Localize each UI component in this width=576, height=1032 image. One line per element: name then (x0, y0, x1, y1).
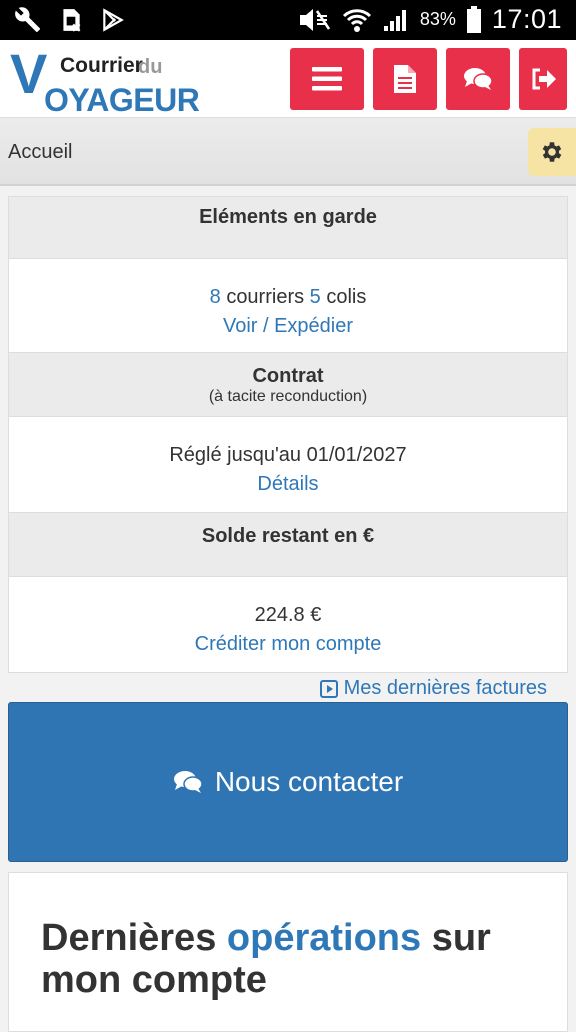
logo-courrier: Courrier (60, 54, 143, 77)
contrat-body: Réglé jusqu'au 01/01/2027 Détails (9, 417, 567, 513)
logo-voyageur: OYAGEUR (44, 82, 200, 118)
colis-count[interactable]: 5 (310, 286, 321, 308)
contact-label: Nous contacter (214, 766, 404, 797)
solde-amount: 224.8 € (254, 604, 322, 626)
logout-icon (532, 68, 556, 90)
colis-label: colis (326, 286, 367, 308)
courriers-label: courriers (226, 286, 305, 308)
logo-v: V (10, 42, 48, 105)
elements-body: 8 courriers 5 colis Voir / Expédier (9, 259, 567, 353)
contrat-title: Contrat (252, 365, 324, 387)
elements-title: Eléments en garde (199, 206, 377, 228)
settings-button[interactable] (528, 128, 576, 176)
logout-button[interactable] (519, 48, 567, 110)
status-bar: 83% 17:01 (0, 0, 576, 40)
battery-percent: 83% (419, 9, 456, 29)
mute-icon (299, 8, 330, 31)
breadcrumb-bar: Accueil (0, 118, 576, 186)
battery-icon (466, 5, 481, 33)
document-icon (394, 65, 416, 93)
messages-button[interactable] (446, 48, 510, 110)
logo[interactable]: V Courrier du OYAGEUR (10, 42, 200, 119)
account-summary-panel: Eléments en garde 8 courriers 5 colis Vo… (8, 196, 568, 673)
contrat-header: Contrat (à tacite reconduction) (9, 353, 567, 417)
gear-icon (542, 142, 562, 162)
solde-header: Solde restant en € (9, 513, 567, 577)
documents-button[interactable] (373, 48, 437, 110)
clock: 17:01 (491, 4, 562, 34)
contrat-text: Réglé jusqu'au 01/01/2027 (169, 444, 407, 466)
chat-icon (173, 771, 203, 793)
operations-title-highlight: opérations (226, 917, 422, 959)
operations-title-part1: Dernières (41, 917, 227, 959)
app-header: V Courrier du OYAGEUR (0, 40, 576, 118)
factures-label: Mes dernières factures (343, 677, 547, 699)
play-store-icon (103, 8, 124, 32)
signal-icon (383, 9, 406, 31)
menu-icon (312, 67, 342, 91)
contrat-subtitle: (à tacite reconduction) (208, 388, 368, 405)
factures-link[interactable]: Mes dernières factures (319, 677, 547, 700)
logo-du: du (138, 56, 163, 78)
breadcrumb[interactable]: Accueil (8, 141, 72, 164)
solde-body: 224.8 € Créditer mon compte (9, 577, 567, 672)
voir-expedier-link[interactable]: Voir / Expédier (9, 315, 567, 338)
elements-counts: 8 courriers 5 colis (9, 259, 567, 309)
contact-button[interactable]: Nous contacter (8, 702, 568, 862)
details-link[interactable]: Détails (9, 473, 567, 496)
wrench-icon (15, 7, 41, 33)
elements-header: Eléments en garde (9, 197, 567, 259)
chat-icon (464, 68, 493, 90)
crediter-link[interactable]: Créditer mon compte (9, 633, 567, 656)
sim-blocked-icon (63, 9, 81, 32)
courriers-count[interactable]: 8 (210, 286, 221, 308)
operations-card: Dernières opérations sur mon compte (8, 872, 568, 1032)
operations-title: Dernières opérations sur mon compte (41, 917, 541, 1001)
play-square-icon (319, 679, 338, 698)
solde-title: Solde restant en € (201, 525, 375, 547)
menu-button[interactable] (290, 48, 364, 110)
wifi-icon (342, 8, 371, 32)
